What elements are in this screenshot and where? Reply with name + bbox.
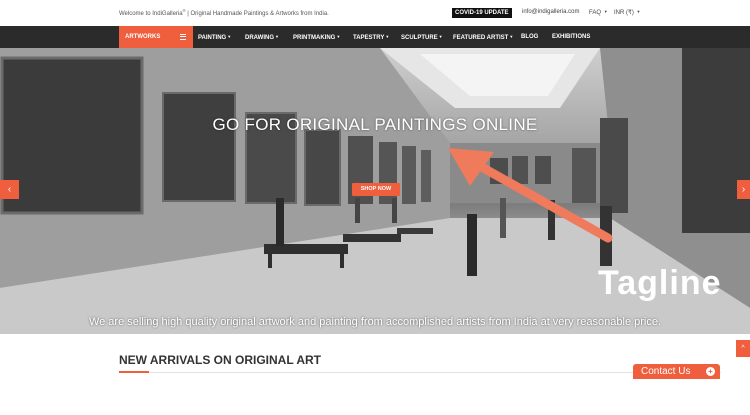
slider-next-button[interactable]: › [737,180,750,199]
nav-item-drawing[interactable]: DRAWING▼ [245,26,279,48]
scroll-to-top-button[interactable]: ^ [736,340,750,357]
nav-item-exhibitions[interactable]: EXHIBITIONS [552,26,590,48]
welcome-text: Welcome to IndiGalleria® | Original Hand… [119,8,329,17]
new-arrivals-heading: NEW ARRIVALS ON ORIGINAL ART [119,353,321,367]
chevron-down-icon: ▼ [227,34,232,39]
nav-item-printmaking[interactable]: PRINTMAKING▼ [293,26,340,48]
plus-icon: + [706,367,715,376]
nav-item-tapestry[interactable]: TAPESTRY▼ [353,26,389,48]
tagline-annotation: Tagline [598,264,722,302]
currency-dropdown[interactable]: INR (₹) ▼ [614,9,640,16]
contact-us-button[interactable]: Contact Us + [633,364,720,379]
top-bar: Welcome to IndiGalleria® | Original Hand… [0,0,750,26]
chevron-down-icon: ▼ [336,34,341,39]
page: Welcome to IndiGalleria® | Original Hand… [0,0,750,415]
chevron-down-icon: ▼ [603,9,608,14]
chevron-down-icon: ▼ [636,9,641,14]
chevron-up-icon: ^ [741,345,745,352]
shop-now-button[interactable]: SHOP NOW [352,183,400,196]
chevron-right-icon: › [741,184,746,195]
chevron-down-icon: ▼ [438,34,443,39]
nav-item-painting[interactable]: PAINTING▼ [198,26,231,48]
main-nav: ARTWORKS PAINTING▼ DRAWING▼ PRINTMAKING▼… [0,26,750,48]
menu-icon [180,34,186,40]
covid-update-link[interactable]: COVID-19 UPDATE [452,8,512,18]
artworks-menu-button[interactable]: ARTWORKS [119,26,193,48]
heading-underline [119,371,149,373]
hero-title: GO FOR ORIGINAL PAINTINGS ONLINE [212,115,538,134]
nav-item-sculpture[interactable]: SCULPTURE▼ [401,26,443,48]
faq-dropdown[interactable]: FAQ ▼ [589,9,608,16]
chevron-down-icon: ▼ [275,34,279,39]
chevron-down-icon: ▼ [509,34,514,39]
slider-prev-button[interactable]: ‹ [0,180,19,199]
email-link[interactable]: info@indigalleria.com [522,9,579,15]
hero-caption: We are selling high quality original art… [88,316,662,328]
chevron-down-icon: ▼ [385,34,390,39]
hero-slider: GO FOR ORIGINAL PAINTINGS ONLINE SHOP NO… [0,48,750,334]
nav-item-featured-artist[interactable]: FEATURED ARTIST▼ [453,26,513,48]
chevron-left-icon: ‹ [7,184,12,195]
nav-item-blog[interactable]: BLOG [521,26,538,48]
